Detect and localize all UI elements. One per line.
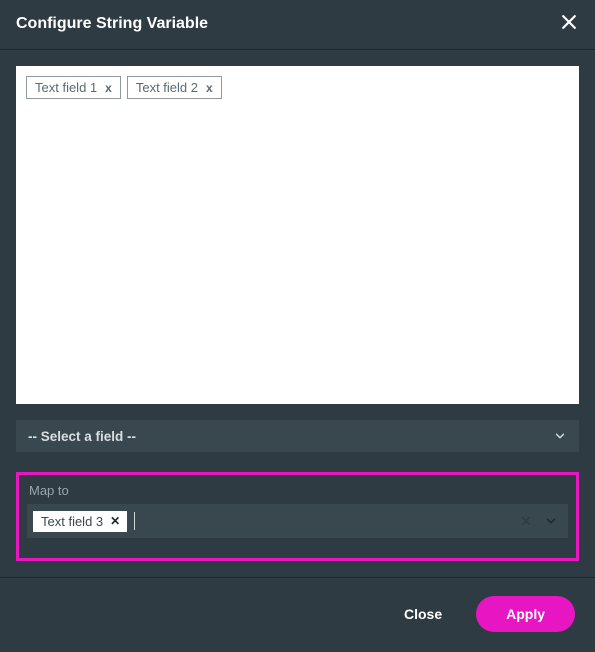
map-to-tag[interactable]: Text field 3 ✕ — [33, 511, 127, 532]
remove-tag-button[interactable]: x — [204, 81, 215, 95]
close-button[interactable]: Close — [390, 598, 456, 630]
modal-title: Configure String Variable — [16, 15, 208, 33]
modal-footer: Close Apply — [0, 578, 595, 652]
field-select-placeholder: -- Select a field -- — [28, 429, 136, 444]
modal-body: Text field 1 x Text field 2 x -- Select … — [0, 50, 595, 578]
configure-string-variable-modal: Configure String Variable Text field 1 x… — [0, 0, 595, 629]
clear-map-to-button[interactable]: ✕ — [514, 513, 538, 530]
map-to-tag-label: Text field 3 — [41, 514, 103, 529]
fields-panel[interactable]: Text field 1 x Text field 2 x — [16, 66, 579, 404]
remove-map-to-button[interactable]: ✕ — [108, 514, 122, 528]
field-tag-label: Text field 2 — [136, 80, 198, 95]
remove-tag-button[interactable]: x — [103, 81, 114, 95]
modal-header: Configure String Variable — [0, 0, 595, 50]
field-tag-label: Text field 1 — [35, 80, 97, 95]
map-to-highlight: Map to Text field 3 ✕ ✕ — [16, 472, 579, 561]
apply-button[interactable]: Apply — [476, 596, 575, 632]
close-icon — [559, 12, 579, 35]
chevron-down-icon — [553, 429, 567, 443]
map-to-select[interactable]: Text field 3 ✕ ✕ — [27, 504, 568, 538]
field-select[interactable]: -- Select a field -- — [16, 420, 579, 452]
field-tag[interactable]: Text field 2 x — [127, 76, 222, 99]
close-icon-button[interactable] — [559, 12, 579, 35]
text-cursor — [134, 512, 135, 530]
chevron-down-icon — [544, 514, 558, 528]
field-tag[interactable]: Text field 1 x — [26, 76, 121, 99]
map-to-label: Map to — [27, 483, 568, 498]
